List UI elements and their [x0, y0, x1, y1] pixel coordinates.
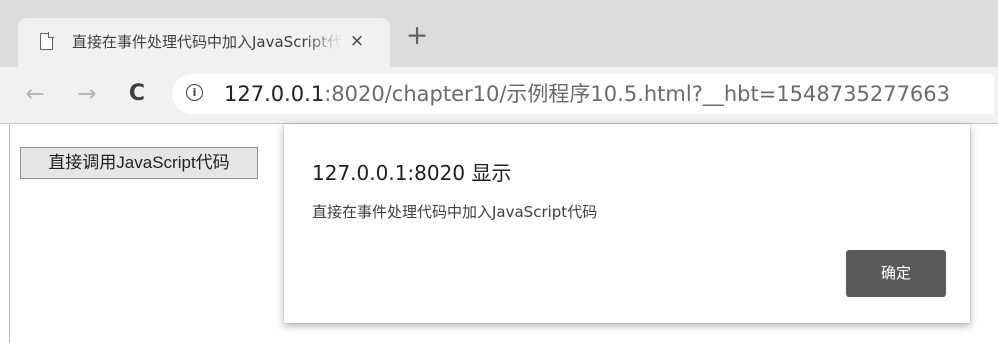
- ok-button[interactable]: 确定: [846, 250, 946, 297]
- new-tab-button[interactable]: +: [401, 22, 433, 52]
- reload-button[interactable]: C: [122, 79, 152, 109]
- back-button[interactable]: ←: [20, 79, 50, 109]
- call-javascript-button[interactable]: 直接调用JavaScript代码: [20, 147, 258, 179]
- url-text[interactable]: 127.0.0.1:8020/chapter10/示例程序10.5.html?_…: [224, 81, 950, 107]
- page-divider: [9, 124, 10, 343]
- tab-strip: 直接在事件处理代码中加入JavaScript代码 × +: [0, 0, 998, 67]
- browser-toolbar: ← → C i 127.0.0.1:8020/chapter10/示例程序10.…: [0, 67, 998, 124]
- alert-dialog: 127.0.0.1:8020 显示 直接在事件处理代码中加入JavaScript…: [284, 124, 970, 323]
- url-path: :8020/chapter10/示例程序10.5.html?__hbt=1548…: [324, 82, 951, 106]
- browser-tab[interactable]: 直接在事件处理代码中加入JavaScript代码 ×: [18, 18, 390, 67]
- page-icon: [40, 32, 54, 50]
- dialog-message: 直接在事件处理代码中加入JavaScript代码: [312, 203, 598, 221]
- address-bar[interactable]: i 127.0.0.1:8020/chapter10/示例程序10.5.html…: [172, 74, 994, 114]
- tab-title: 直接在事件处理代码中加入JavaScript代码: [72, 33, 342, 51]
- url-host: 127.0.0.1: [224, 82, 325, 106]
- dialog-title: 127.0.0.1:8020 显示: [312, 161, 512, 185]
- info-icon[interactable]: i: [186, 84, 203, 101]
- forward-button[interactable]: →: [72, 79, 102, 109]
- close-icon[interactable]: ×: [345, 29, 369, 53]
